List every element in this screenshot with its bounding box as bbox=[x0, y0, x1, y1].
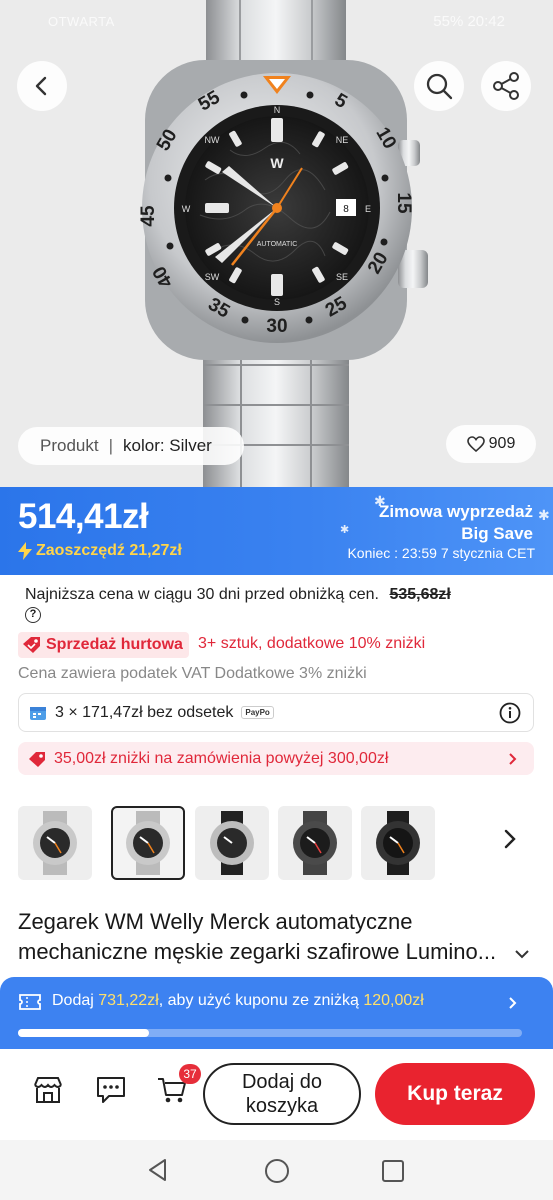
svg-text:NE: NE bbox=[336, 135, 349, 145]
color-label: kolor: Silver bbox=[123, 436, 212, 455]
watch-product-image[interactable]: 55 50 45 40 35 30 25 20 15 10 5 NNW NE WE… bbox=[0, 0, 553, 487]
svg-text:SW: SW bbox=[205, 272, 220, 282]
share-icon bbox=[493, 72, 519, 100]
svg-text:15: 15 bbox=[393, 192, 414, 214]
store-icon bbox=[34, 1077, 62, 1103]
breadcrumb-product: Produkt bbox=[40, 436, 99, 455]
coupon-offer-text: 35,00zł zniżki na zamówienia powyżej 300… bbox=[54, 749, 389, 767]
installments-row[interactable]: 3 × 171,47zł bez odsetek PayPo bbox=[18, 693, 534, 732]
watch-thumbnail bbox=[376, 811, 420, 875]
chevron-right-icon bbox=[509, 997, 517, 1009]
back-button[interactable] bbox=[17, 61, 67, 111]
price-banner: 514,41zł Zaoszczędź 21,27zł ✱ ✱ ✱ Zimowa… bbox=[0, 487, 553, 575]
watch-thumbnail bbox=[33, 811, 77, 875]
svg-text:W: W bbox=[270, 155, 284, 171]
tag-icon bbox=[23, 637, 40, 653]
svg-text:30: 30 bbox=[266, 316, 287, 337]
add-to-cart-button[interactable]: Dodaj do koszyka bbox=[203, 1063, 361, 1125]
likes-count: 909 bbox=[488, 435, 516, 452]
expand-title-icon[interactable] bbox=[513, 948, 531, 960]
svg-text:E: E bbox=[365, 204, 371, 214]
product-image-gallery[interactable]: 55 50 45 40 35 30 25 20 15 10 5 N NW NE WE… bbox=[0, 0, 553, 487]
svg-text:45: 45 bbox=[138, 205, 159, 227]
chevron-left-icon bbox=[35, 76, 47, 96]
lowest-price-old: 535,68zł bbox=[389, 586, 451, 603]
coupon-progress-bar[interactable]: Dodaj 731,22zł, aby użyć kuponu ze zniżk… bbox=[0, 977, 553, 1049]
snowflake-icon: ✱ bbox=[340, 524, 350, 536]
thumbnail-4[interactable] bbox=[278, 806, 352, 880]
breadcrumb-separator: | bbox=[108, 436, 114, 455]
bulk-note: 3+ sztuk, dodatkowe 10% zniżki bbox=[198, 635, 426, 652]
system-navigation-bar bbox=[0, 1140, 553, 1200]
promo-title-line1: Zimowa wyprzedaż bbox=[379, 502, 533, 521]
coupon-offer-row[interactable]: 35,00zł zniżki na zamówienia powyżej 300… bbox=[18, 742, 534, 775]
share-button[interactable] bbox=[481, 61, 531, 111]
watch-thumbnail bbox=[126, 811, 170, 875]
svg-text:NW: NW bbox=[205, 135, 220, 145]
search-icon bbox=[426, 73, 453, 100]
installments-text: 3 × 171,47zł bez odsetek bbox=[55, 703, 234, 721]
svg-text:8: 8 bbox=[343, 204, 349, 215]
product-color-chip[interactable]: Produkt | kolor: Silver bbox=[18, 427, 244, 465]
wishlist-button[interactable]: 909 bbox=[446, 425, 536, 463]
lowest-price-note: Najniższa cena w ciągu 30 dni przed obni… bbox=[25, 586, 451, 604]
current-price: 514,41zł bbox=[18, 497, 149, 536]
buy-now-button[interactable]: Kup teraz bbox=[375, 1063, 535, 1125]
thumbnail-5[interactable] bbox=[361, 806, 435, 880]
lightning-icon bbox=[18, 542, 32, 560]
product-title[interactable]: Zegarek WM Welly Merck automatyczne mech… bbox=[18, 907, 533, 967]
status-bar: OTWARTA 55% 20:42 bbox=[0, 8, 553, 36]
coupon-progress-text: Dodaj 731,22zł, aby użyć kuponu ze zniżk… bbox=[52, 992, 424, 1010]
vat-note: Cena zawiera podatek VAT Dodatkowe 3% zn… bbox=[18, 665, 367, 682]
thumbnail-3[interactable] bbox=[195, 806, 269, 880]
chevron-right-icon bbox=[509, 752, 517, 765]
thumbnails-next-icon[interactable] bbox=[502, 828, 518, 850]
status-left: OTWARTA bbox=[48, 14, 115, 29]
calendar-icon bbox=[30, 706, 46, 720]
info-icon[interactable] bbox=[499, 702, 521, 724]
coupon-discount: 120,00zł bbox=[363, 992, 424, 1009]
lowest-price-text: Najniższa cena w ciągu 30 dni przed obni… bbox=[25, 586, 379, 603]
coupon-amount: 731,22zł bbox=[98, 992, 159, 1009]
watch-thumbnail bbox=[293, 811, 337, 875]
savings-row: Zaoszczędź 21,27zł bbox=[18, 542, 182, 560]
savings-label: Zaoszczędź 21,27zł bbox=[36, 542, 182, 559]
thumbnail-2-selected[interactable] bbox=[111, 806, 185, 880]
help-icon[interactable]: ? bbox=[25, 607, 41, 623]
watch-thumbnail bbox=[210, 811, 254, 875]
back-triangle-icon[interactable] bbox=[145, 1157, 171, 1183]
ticket-icon bbox=[19, 994, 41, 1010]
promo-title: Zimowa wyprzedaż Big Save bbox=[379, 501, 533, 545]
home-circle-icon[interactable] bbox=[263, 1157, 291, 1185]
svg-text:N: N bbox=[274, 105, 281, 115]
svg-text:S: S bbox=[274, 297, 280, 307]
coupon-prefix: Dodaj bbox=[52, 992, 99, 1009]
status-right: 55% 20:42 bbox=[433, 13, 505, 30]
chat-icon bbox=[97, 1077, 125, 1103]
thumbnail-1[interactable] bbox=[18, 806, 92, 880]
coupon-progress-track bbox=[18, 1029, 522, 1037]
bulk-sale-badge: Sprzedaż hurtowa bbox=[18, 632, 189, 658]
dial-text: AUTOMATIC bbox=[257, 241, 298, 248]
heart-icon bbox=[466, 436, 485, 452]
snowflake-icon: ✱ bbox=[538, 507, 550, 523]
promo-end-time: Koniec : 23:59 7 stycznia CET bbox=[347, 545, 535, 561]
search-button[interactable] bbox=[414, 61, 464, 111]
cart-count-badge: 37 bbox=[179, 1064, 201, 1084]
store-button[interactable] bbox=[31, 1073, 65, 1107]
svg-text:SE: SE bbox=[336, 272, 348, 282]
promo-title-line2: Big Save bbox=[461, 524, 533, 543]
coupon-tag-icon bbox=[29, 751, 45, 767]
paypo-logo: PayPo bbox=[241, 706, 274, 719]
recent-apps-icon[interactable] bbox=[381, 1159, 405, 1183]
coupon-middle: , aby użyć kuponu ze zniżką bbox=[158, 992, 364, 1009]
coupon-progress-fill bbox=[18, 1029, 150, 1037]
svg-text:W: W bbox=[182, 204, 191, 214]
bulk-badge-label: Sprzedaż hurtowa bbox=[46, 636, 183, 653]
chat-button[interactable] bbox=[94, 1073, 128, 1107]
